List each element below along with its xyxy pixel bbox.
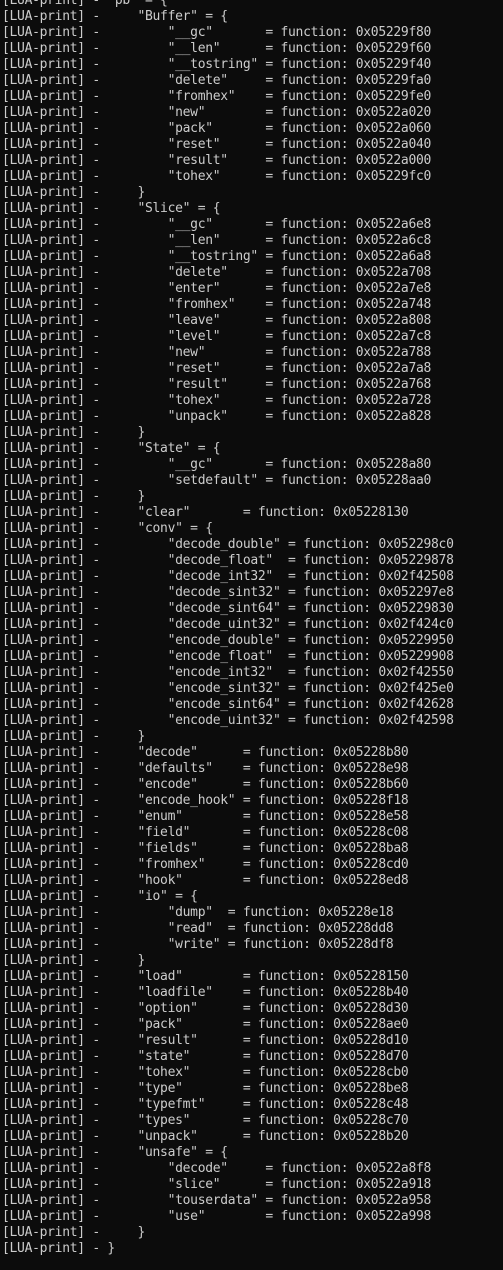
log-line: [LUA-print] - "fromhex" = function: 0x05… [2,297,432,312]
log-line: [LUA-print] - "__tostring" = function: 0… [2,57,432,72]
log-line: [LUA-print] - "use" = function: 0x0522a9… [2,1209,432,1224]
log-line: [LUA-print] - "decode_sint32" = function… [2,585,454,600]
log-line: [LUA-print] - "level" = function: 0x0522… [2,329,432,344]
log-line: [LUA-print] - } [2,185,146,200]
log-line: [LUA-print] - "decode_float" = function:… [2,553,454,568]
log-line: [LUA-print] - "setdefault" = function: 0… [2,473,432,488]
log-line: [LUA-print] - "write" = function: 0x0522… [2,937,394,952]
log-line: [LUA-print] - "__gc" = function: 0x05229… [2,25,432,40]
log-line: [LUA-print] - "reset" = function: 0x0522… [2,137,432,152]
log-line: [LUA-print] - "__gc" = function: 0x05228… [2,457,432,472]
log-line: [LUA-print] - "read" = function: 0x05228… [2,921,394,936]
log-line: [LUA-print] - "leave" = function: 0x0522… [2,313,432,328]
log-line: [LUA-print] - "Slice" = { [2,201,221,216]
log-line: [LUA-print] - "decode" = function: 0x052… [2,1161,432,1176]
log-line: [LUA-print] - "enter" = function: 0x0522… [2,281,432,296]
log-line: [LUA-print] - "State" = { [2,441,221,456]
log-line: [LUA-print] - "pack" = function: 0x0522a… [2,121,432,136]
log-line: [LUA-print] - "clear" = function: 0x0522… [2,505,409,520]
log-line: [LUA-print] - "decode_double" = function… [2,537,454,552]
log-line: [LUA-print] - "reset" = function: 0x0522… [2,361,432,376]
log-line: [LUA-print] - "encode_float" = function:… [2,649,454,664]
log-line: [LUA-print] - "fields" = function: 0x052… [2,841,409,856]
log-line: [LUA-print] - "fromhex" = function: 0x05… [2,89,432,104]
log-line: [LUA-print] - "dump" = function: 0x05228… [2,905,394,920]
log-line: [LUA-print] - "decode_int32" = function:… [2,569,454,584]
log-line: [LUA-print] - } [2,1225,146,1240]
log-line: [LUA-print] - "load" = function: 0x05228… [2,969,409,984]
log-line: [LUA-print] - "__len" = function: 0x0522… [2,41,432,56]
log-line: [LUA-print] - } [2,489,146,504]
log-line: [LUA-print] - "field" = function: 0x0522… [2,825,409,840]
log-line: [LUA-print] - "__len" = function: 0x0522… [2,233,432,248]
log-line: [LUA-print] - } [2,425,146,440]
log-line: [LUA-print] - "unpack" = function: 0x052… [2,409,432,424]
log-line: [LUA-print] - "encode_double" = function… [2,633,454,648]
log-line: [LUA-print] - "enum" = function: 0x05228… [2,809,409,824]
log-line: [LUA-print] - "new" = function: 0x0522a0… [2,105,432,120]
log-line: [LUA-print] - "__gc" = function: 0x0522a… [2,217,432,232]
log-line: [LUA-print] - "tohex" = function: 0x0522… [2,393,432,408]
log-line: [LUA-print] - "hook" = function: 0x05228… [2,873,409,888]
log-line: [LUA-print] - "loadfile" = function: 0x0… [2,985,409,1000]
log-line: [LUA-print] - "conv" = { [2,521,213,536]
log-line: [LUA-print] - "result" = function: 0x052… [2,1033,409,1048]
log-line: [LUA-print] - "encode_int32" = function:… [2,665,454,680]
log-line: [LUA-print] - "option" = function: 0x052… [2,1001,409,1016]
log-line: [LUA-print] - "fromhex" = function: 0x05… [2,857,409,872]
log-line: [LUA-print] - "result" = function: 0x052… [2,377,432,392]
log-line: [LUA-print] - "encode_sint32" = function… [2,681,454,696]
log-line: [LUA-print] - "decode_uint32" = function… [2,617,454,632]
log-line: [LUA-print] - } [2,729,146,744]
log-line: [LUA-print] - "state" = function: 0x0522… [2,1049,409,1064]
log-line: [LUA-print] - "Buffer" = { [2,9,228,24]
log-line: [LUA-print] - "type" = function: 0x05228… [2,1081,409,1096]
log-line: [LUA-print] - "types" = function: 0x0522… [2,1113,409,1128]
log-line: [LUA-print] - "slice" = function: 0x0522… [2,1177,432,1192]
log-line: [LUA-print] - "pb" = { [2,0,168,8]
log-line: [LUA-print] - "pack" = function: 0x05228… [2,1017,409,1032]
log-line: [LUA-print] - } [2,1241,115,1256]
log-line: [LUA-print] - "tohex" = function: 0x0522… [2,169,432,184]
log-line: [LUA-print] - "decode" = function: 0x052… [2,745,409,760]
log-line: [LUA-print] - "__tostring" = function: 0… [2,249,432,264]
log-line: [LUA-print] - "delete" = function: 0x052… [2,73,432,88]
log-line: [LUA-print] - "tohex" = function: 0x0522… [2,1065,409,1080]
log-line: [LUA-print] - "encode" = function: 0x052… [2,777,409,792]
console-scroll-edge [499,0,503,1270]
console-output-pane[interactable]: [LUA-print] - "pb" = { [LUA-print] - "Bu… [0,0,503,1270]
console-log-lines: [LUA-print] - "pb" = { [LUA-print] - "Bu… [2,0,454,1257]
log-line: [LUA-print] - "io" = { [2,889,198,904]
log-line: [LUA-print] - "encode_hook" = function: … [2,793,409,808]
log-line: [LUA-print] - "decode_sint64" = function… [2,601,454,616]
log-line: [LUA-print] - "encode_uint32" = function… [2,713,454,728]
log-line: [LUA-print] - "new" = function: 0x0522a7… [2,345,432,360]
log-line: [LUA-print] - "encode_sint64" = function… [2,697,454,712]
log-line: [LUA-print] - "result" = function: 0x052… [2,153,432,168]
log-line: [LUA-print] - "typefmt" = function: 0x05… [2,1097,409,1112]
log-line: [LUA-print] - "defaults" = function: 0x0… [2,761,409,776]
log-line: [LUA-print] - "delete" = function: 0x052… [2,265,432,280]
log-line: [LUA-print] - } [2,953,146,968]
log-line: [LUA-print] - "unpack" = function: 0x052… [2,1129,409,1144]
log-line: [LUA-print] - "unsafe" = { [2,1145,228,1160]
log-line: [LUA-print] - "touserdata" = function: 0… [2,1193,432,1208]
